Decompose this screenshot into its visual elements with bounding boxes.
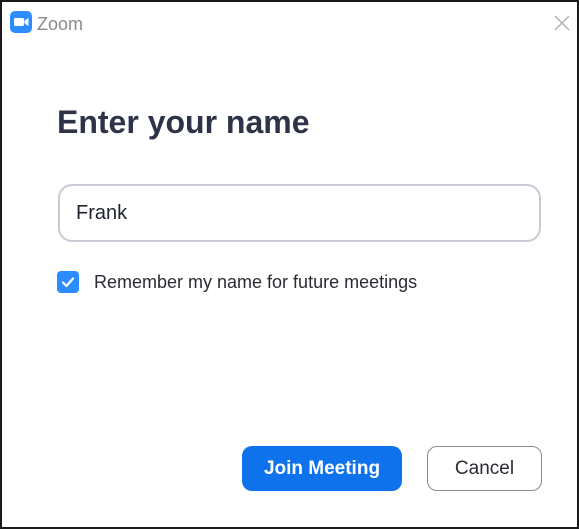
zoom-video-camera-icon [10,11,32,33]
remember-name-checkbox-row[interactable]: Remember my name for future meetings [57,269,417,295]
close-icon[interactable] [547,8,577,38]
remember-name-label: Remember my name for future meetings [94,271,418,292]
window-title: Zoom [37,14,84,34]
page-title: Enter your name [57,104,310,140]
zoom-dialog-window: Zoom Enter your name Remember my name fo… [0,0,579,529]
join-meeting-button[interactable]: Join Meeting [242,446,402,491]
checkmark-icon [61,277,75,288]
title-bar: Zoom [2,2,577,46]
name-input[interactable] [58,184,541,242]
remember-name-checkbox[interactable] [57,271,79,293]
cancel-button[interactable]: Cancel [427,446,542,491]
